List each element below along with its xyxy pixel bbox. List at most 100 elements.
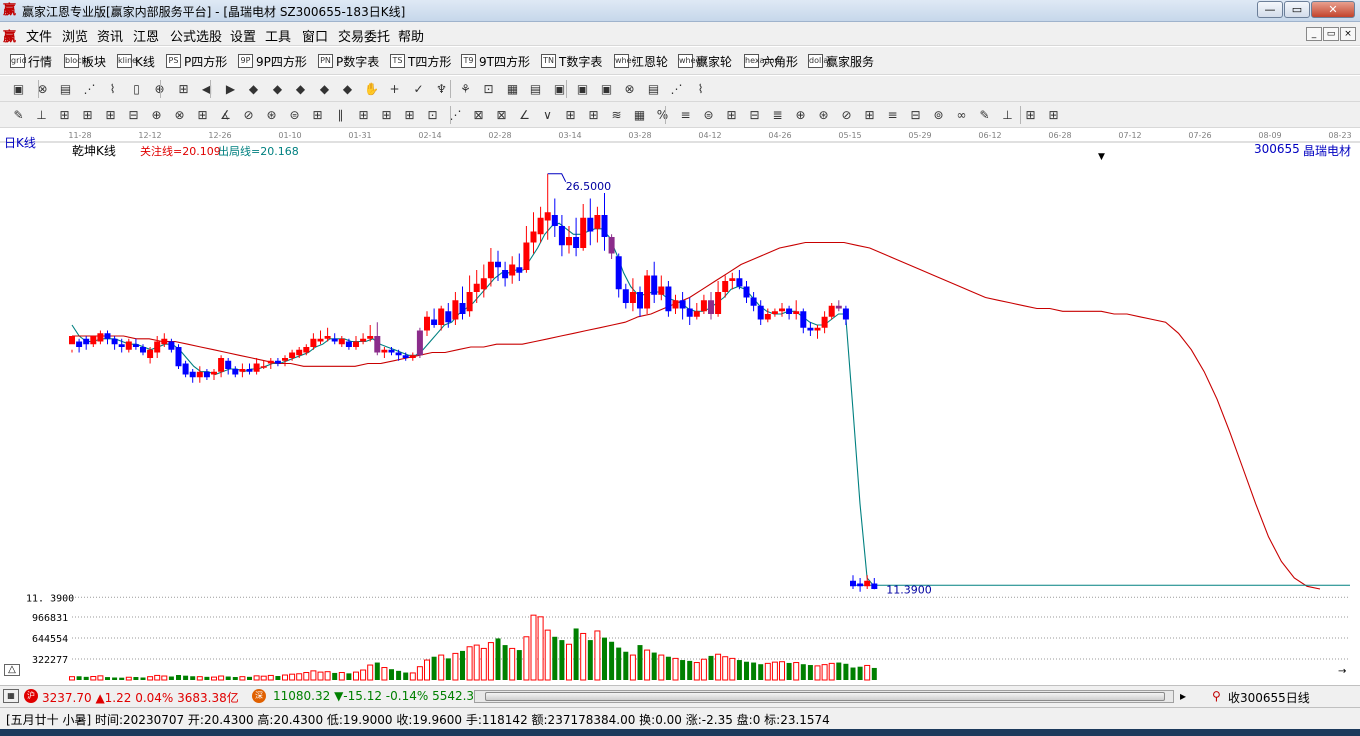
toolbar3-tool-icon-34[interactable]: ⊕	[792, 107, 809, 123]
toolbar3-tool-icon-3[interactable]: ⊞	[79, 107, 96, 123]
menu-item-1[interactable]: 浏览	[62, 26, 88, 45]
scroll-right-icon[interactable]: →	[1338, 666, 1346, 677]
toolbar2-tool-icon-12[interactable]: ◆	[292, 81, 309, 97]
toolbar3-tool-icon-14[interactable]: ∥	[332, 107, 349, 123]
menu-item-3[interactable]: 江恩	[133, 26, 159, 45]
toolbar2-tool-icon-21[interactable]: ▦	[504, 81, 521, 97]
toolbar3-tool-icon-43[interactable]: ⊥	[999, 107, 1016, 123]
grid-icon[interactable]: ▦	[3, 689, 19, 703]
toolbar2-tool-icon-28[interactable]: ⋰	[668, 81, 685, 97]
dropdown-arrow-icon[interactable]: ▼	[1098, 152, 1105, 162]
toolbar3-tool-icon-8[interactable]: ⊞	[194, 107, 211, 123]
period-label[interactable]: 日K线	[4, 134, 36, 151]
toolbar2-tool-icon-25[interactable]: ▣	[598, 81, 615, 97]
toolbar3-tool-icon-6[interactable]: ⊕	[148, 107, 165, 123]
toolbar2-tool-icon-3[interactable]: ⋰	[81, 81, 98, 97]
toolbar3-tool-icon-7[interactable]: ⊗	[171, 107, 188, 123]
toolbar2-tool-icon-16[interactable]: +	[386, 81, 403, 97]
toolbar3-tool-icon-1[interactable]: ⊥	[33, 107, 50, 123]
menu-item-5[interactable]: 设置	[230, 26, 256, 45]
toolbar3-tool-icon-4[interactable]: ⊞	[102, 107, 119, 123]
toolbar3-tool-icon-41[interactable]: ∞	[953, 107, 970, 123]
toolbar3-tool-icon-31[interactable]: ⊞	[723, 107, 740, 123]
toolbar3-tool-icon-30[interactable]: ⊜	[700, 107, 717, 123]
toolbar3-tool-icon-22[interactable]: ∠	[516, 107, 533, 123]
toolbar2-tool-icon-17[interactable]: ✓	[410, 81, 427, 97]
toolbar-wheel2-button[interactable]: wheel2 赢家轮	[678, 52, 732, 70]
toolbar-kline-button[interactable]: kline K线	[117, 52, 155, 70]
toolbar-T9-button[interactable]: T9 9T四方形	[461, 52, 530, 70]
toolbar3-tool-icon-45[interactable]: ⊞	[1045, 107, 1062, 123]
close-button[interactable]: ✕	[1311, 1, 1355, 18]
toolbar-hexagon-button[interactable]: hexagon 六角形	[744, 52, 798, 70]
toolbar2-tool-icon-7[interactable]: ⊞	[175, 81, 192, 97]
toolbar3-tool-icon-37[interactable]: ⊞	[861, 107, 878, 123]
toolbar2-tool-icon-19[interactable]: ⚘	[457, 81, 474, 97]
toolbar2-tool-icon-15[interactable]: ✋	[363, 81, 380, 97]
toolbar3-tool-icon-38[interactable]: ≡	[884, 107, 901, 123]
toolbar2-tool-icon-4[interactable]: ⌇	[104, 81, 121, 97]
kline-chart[interactable]: 11-28 12-12 12-26 01-10 01-31 02-14 02-28 03-14…	[0, 128, 1360, 684]
toolbar2-tool-icon-1[interactable]: ⊗	[34, 81, 51, 97]
toolbar3-tool-icon-33[interactable]: ≣	[769, 107, 786, 123]
menu-item-6[interactable]: 工具	[265, 26, 291, 45]
menu-item-9[interactable]: 帮助	[398, 26, 424, 45]
toolbar2-tool-icon-8[interactable]: ◀	[198, 81, 215, 97]
scroll-up-icon[interactable]: △	[4, 664, 20, 676]
toolbar3-tool-icon-12[interactable]: ⊜	[286, 107, 303, 123]
toolbar2-tool-icon-22[interactable]: ▤	[527, 81, 544, 97]
toolbar-TS-button[interactable]: TS T四方形	[390, 52, 451, 70]
toolbar3-tool-icon-27[interactable]: ▦	[631, 107, 648, 123]
toolbar3-tool-icon-23[interactable]: ∨	[539, 107, 556, 123]
toolbar3-tool-icon-26[interactable]: ≋	[608, 107, 625, 123]
toolbar2-tool-icon-5[interactable]: ▯	[128, 81, 145, 97]
toolbar2-tool-icon-24[interactable]: ▣	[574, 81, 591, 97]
mdi-minimize-button[interactable]: _	[1306, 27, 1322, 41]
broadcast-text[interactable]: 收300655日线	[1228, 689, 1310, 706]
scroll-right-arrow-icon[interactable]: ▸	[1180, 689, 1186, 703]
toolbar3-tool-icon-13[interactable]: ⊞	[309, 107, 326, 123]
toolbar3-tool-icon-15[interactable]: ⊞	[355, 107, 372, 123]
toolbar3-tool-icon-28[interactable]: %	[654, 107, 671, 123]
scrollbar-thumb[interactable]	[485, 692, 1165, 701]
toolbar-dollar-button[interactable]: dollar 赢家服务	[808, 52, 874, 70]
toolbar2-tool-icon-29[interactable]: ⌇	[692, 81, 709, 97]
toolbar2-tool-icon-18[interactable]: ♆	[433, 81, 450, 97]
mdi-restore-button[interactable]: ▭	[1323, 27, 1339, 41]
toolbar2-tool-icon-13[interactable]: ◆	[316, 81, 333, 97]
horizontal-scrollbar[interactable]	[474, 690, 1174, 703]
toolbar-blocks-button[interactable]: blocks 板块	[64, 52, 106, 70]
toolbar-PS-button[interactable]: PS P四方形	[166, 52, 227, 70]
toolbar2-tool-icon-26[interactable]: ⊗	[621, 81, 638, 97]
toolbar-9P-button[interactable]: 9P 9P四方形	[238, 52, 307, 70]
mdi-close-button[interactable]: ×	[1340, 27, 1356, 41]
toolbar2-tool-icon-11[interactable]: ◆	[269, 81, 286, 97]
toolbar3-tool-icon-17[interactable]: ⊞	[401, 107, 418, 123]
toolbar3-tool-icon-29[interactable]: ≡	[677, 107, 694, 123]
toolbar2-tool-icon-0[interactable]: ▣	[10, 81, 27, 97]
menu-item-4[interactable]: 公式选股	[170, 26, 222, 45]
toolbar3-tool-icon-21[interactable]: ⊠	[493, 107, 510, 123]
minimize-button[interactable]: —	[1257, 1, 1283, 18]
toolbar3-tool-icon-5[interactable]: ⊟	[125, 107, 142, 123]
toolbar3-tool-icon-35[interactable]: ⊛	[815, 107, 832, 123]
toolbar3-tool-icon-20[interactable]: ⊠	[470, 107, 487, 123]
toolbar-wheel-button[interactable]: wheel 江恩轮	[614, 52, 668, 70]
kline-chart-panel[interactable]: 11-28 12-12 12-26 01-10 01-31 02-14 02-28 03-14…	[0, 128, 1360, 684]
toolbar3-tool-icon-36[interactable]: ⊘	[838, 107, 855, 123]
toolbar3-tool-icon-10[interactable]: ⊘	[240, 107, 257, 123]
sz-index-text[interactable]: 11080.32 ▼-15.12 -0.14% 5542.3	[273, 689, 474, 703]
toolbar3-tool-icon-2[interactable]: ⊞	[56, 107, 73, 123]
menu-item-8[interactable]: 交易委托	[338, 26, 390, 45]
menu-item-2[interactable]: 资讯	[97, 26, 123, 45]
toolbar3-tool-icon-40[interactable]: ⊚	[930, 107, 947, 123]
toolbar2-tool-icon-10[interactable]: ◆	[245, 81, 262, 97]
toolbar3-tool-icon-32[interactable]: ⊟	[746, 107, 763, 123]
toolbar3-tool-icon-25[interactable]: ⊞	[585, 107, 602, 123]
toolbar3-tool-icon-42[interactable]: ✎	[976, 107, 993, 123]
toolbar-TN-button[interactable]: TN T数字表	[541, 52, 602, 70]
toolbar-grid-button[interactable]: grid 行情	[10, 52, 52, 70]
toolbar2-tool-icon-27[interactable]: ▤	[645, 81, 662, 97]
menu-item-0[interactable]: 文件	[26, 26, 52, 45]
sh-index-text[interactable]: 3237.70 ▲1.22 0.04% 3683.38亿	[42, 689, 239, 706]
